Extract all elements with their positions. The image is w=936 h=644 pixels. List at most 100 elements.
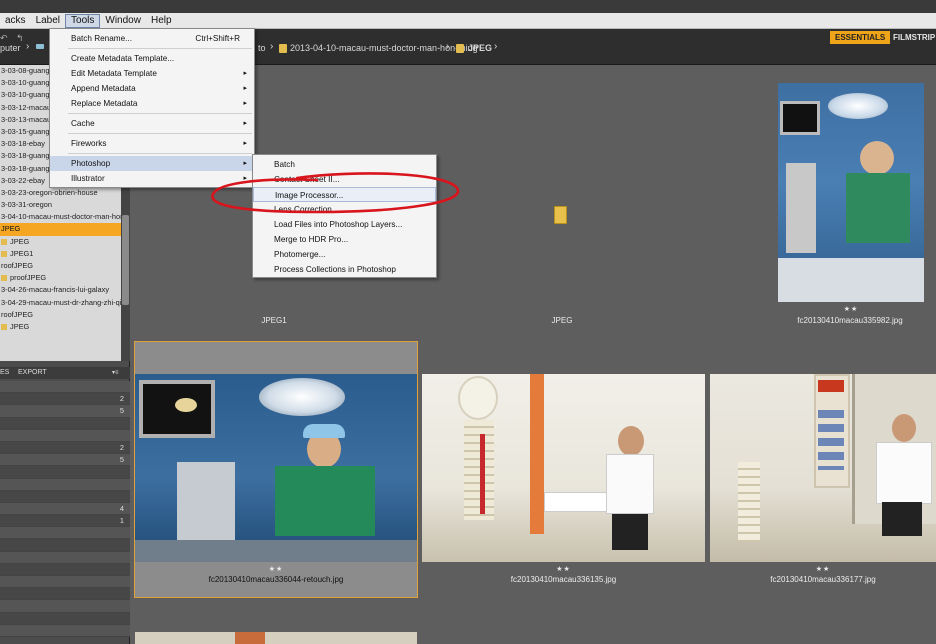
menu-label[interactable]: Label [31,14,65,28]
menu-item-fireworks[interactable]: Fireworks ▸ [50,136,254,151]
submenu-item-photomerge[interactable]: Photomerge... [253,247,436,262]
photo-thumbnail-partial[interactable] [235,632,265,644]
filmstrip-workspace-button[interactable]: FILMSTRIP [888,31,936,44]
title-strip [0,0,936,13]
menu-window[interactable]: Window [100,14,146,28]
folder-tree-item[interactable]: 3-04-29-macau-must-dr-zhang-zhi-qi [0,297,121,309]
filter-count: 1 [119,516,124,526]
photo-thumbnail-doctor-skeleton[interactable] [422,374,705,562]
filter-row[interactable] [0,429,130,442]
scrollbar-thumb[interactable] [122,215,129,305]
photo-thumbnail-doctor-mirror[interactable] [710,374,936,562]
menu-item-label: Illustrator [71,174,105,183]
menu-item-replace-metadata[interactable]: Replace Metadata ▸ [50,96,254,111]
folder-tree-label: 3-03-22-ebay [1,175,45,185]
menu-item-cache[interactable]: Cache ▸ [50,116,254,131]
submenu-item-process-collections[interactable]: Process Collections in Photoshop [253,262,436,277]
menu-separator [68,113,252,114]
submenu-item-merge-hdr[interactable]: Merge to HDR Pro... [253,232,436,247]
filter-row[interactable]: 2 [0,393,130,406]
filter-row[interactable] [0,539,130,552]
menu-item-label: Batch Rename... [71,34,132,43]
menu-item-edit-metadata-template[interactable]: Edit Metadata Template ▸ [50,66,254,81]
photo-thumbnail-partial[interactable] [135,632,417,644]
person-head [892,414,916,442]
rating-stars[interactable]: ★★ [422,565,705,573]
menu-item-label: Photoshop [71,159,111,168]
folder-tree-label: 3-03-12-macau [1,102,52,112]
breadcrumb-computer[interactable]: puter [0,43,21,53]
menu-help[interactable]: Help [146,14,177,28]
menu-item-create-metadata-template[interactable]: Create Metadata Template... [50,51,254,66]
bed [778,258,924,302]
lab-coat [876,442,932,504]
folder-tree-item[interactable]: roofJPEG [0,309,121,321]
folder-tree-label: 3-03-18-ebay [1,139,45,149]
scrubs [275,466,375,536]
filter-row[interactable] [0,527,130,540]
filter-row[interactable] [0,478,130,491]
filter-row[interactable] [0,588,130,601]
folder-tree-item[interactable]: JPEG [0,321,121,333]
folder-tree-item[interactable]: 3-04-10-macau-must-doctor-man-hon [0,211,121,223]
skeleton-skull [458,376,498,420]
panel-menu-icon[interactable]: ▾≡ [112,369,119,376]
folder-tree-item[interactable]: JPEG [0,223,121,236]
breadcrumb-folder[interactable]: 2013-04-10-macau-must-doctor-man-hon-min… [290,43,478,53]
folder-tree-item[interactable]: proofJPEG [0,272,121,284]
filter-row[interactable]: 5 [0,454,130,467]
menu-item-photoshop[interactable]: Photoshop ▸ [50,156,254,171]
curtain [530,374,544,534]
filter-row[interactable] [0,576,130,589]
folder-tree-item[interactable]: 3-04-26-macau-francis-lui-galaxy [0,284,121,296]
essentials-workspace-button[interactable]: ESSENTIALS [830,31,891,44]
menu-stacks[interactable]: acks [0,14,31,28]
tab-favorites[interactable]: ES [0,369,9,376]
menu-tools[interactable]: Tools [65,13,101,28]
breadcrumb-subfolder[interactable]: JPEG [468,43,492,53]
filter-row[interactable]: 4 [0,502,130,516]
filter-row[interactable] [0,563,130,576]
skeleton-artery [480,434,485,514]
boomerang-icon[interactable]: ↰ [16,33,24,44]
filter-row[interactable] [0,612,130,625]
submenu-item-load-layers[interactable]: Load Files into Photoshop Layers... [253,217,436,232]
menu-item-append-metadata[interactable]: Append Metadata ▸ [50,81,254,96]
filter-row[interactable] [0,600,130,613]
folder-tree-label: 3-03-18-guang [1,151,50,161]
filter-row[interactable]: 5 [0,405,130,418]
folder-tree-item[interactable]: roofJPEG [0,260,121,272]
equipment-tower [786,163,816,253]
folder-tree-item[interactable]: JPEG [0,236,121,248]
filter-row[interactable] [0,624,130,637]
filter-row[interactable] [0,381,130,394]
menu-item-batch-rename[interactable]: Batch Rename... Ctrl+Shift+R [50,31,254,46]
rating-stars[interactable]: ★★ [710,565,936,573]
folder-tree-item[interactable]: 3-03-23-oregon-obrien-house [0,187,121,199]
folder-tree-label: JPEG [10,321,30,331]
filter-row[interactable]: 1 [0,515,130,528]
filter-row[interactable]: 2 [0,441,130,455]
folder-tree-item[interactable]: JPEG1 [0,248,121,260]
filter-list: 2 5 2 5 4 1 [0,381,130,637]
skeleton-model [738,462,760,542]
filter-row[interactable] [0,551,130,564]
folder-tree-label: JPEG [10,236,30,246]
folder-tree-item[interactable]: 3-03-31-oregon [0,199,121,211]
rating-stars[interactable]: ★★ [135,565,417,573]
folder-tree-label: roofJPEG [1,309,34,319]
breadcrumb-to[interactable]: to [258,43,266,53]
photo-thumbnail-surgeon-sitting[interactable] [778,83,924,302]
rating-stars[interactable]: ★★ [778,305,924,313]
folder-tree-label: proofJPEG [10,273,47,283]
filter-panel-tabs: ES EXPORT ▾≡ [0,367,130,379]
photo-thumbnail-surgeon-retouch[interactable] [135,374,417,562]
filter-row[interactable] [0,466,130,479]
filter-row[interactable] [0,490,130,503]
submenu-arrow-icon: ▸ [243,100,247,107]
folder-tree-label: 3-04-10-macau-must-doctor-man-hon [1,212,121,222]
tab-export[interactable]: EXPORT [18,369,47,376]
back-arrow-icon[interactable]: ↶ [0,33,8,44]
menu-separator [68,133,252,134]
filter-row[interactable] [0,417,130,430]
